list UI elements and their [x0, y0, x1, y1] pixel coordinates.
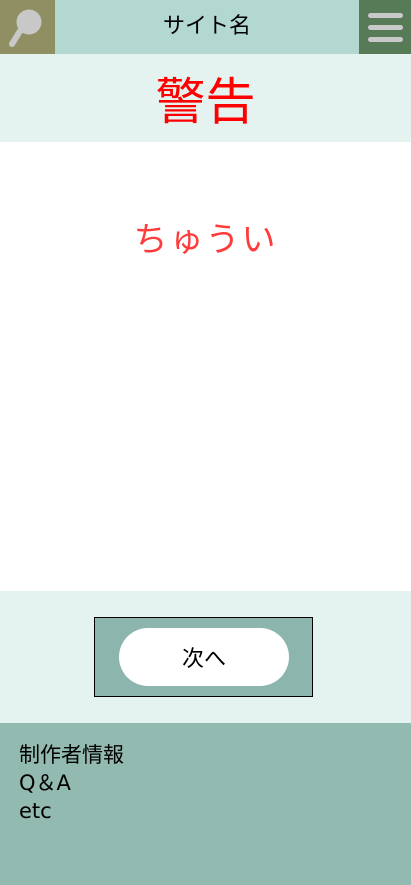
footer-link-qa[interactable]: Q＆A [19, 771, 71, 795]
footer-link-etc[interactable]: etc [19, 799, 52, 823]
footer: 制作者情報 Q＆A etc [0, 723, 411, 885]
action-box: 次へ [94, 617, 313, 697]
heading-band: 警告 [0, 54, 411, 142]
page-title: 警告 [155, 73, 256, 131]
search-icon [9, 9, 42, 47]
main-content: ちゅうい [0, 142, 411, 591]
menu-button[interactable] [359, 0, 411, 54]
footer-link-creator-info[interactable]: 制作者情報 [19, 743, 124, 767]
caution-message: ちゅうい [133, 220, 278, 260]
header: サイト名 [0, 0, 411, 54]
hamburger-menu-icon [368, 13, 403, 42]
search-button[interactable] [0, 0, 55, 54]
site-title: サイト名 [162, 14, 251, 39]
footer-item-etc: etc [19, 797, 124, 825]
footer-item-qa: Q＆A [19, 769, 124, 797]
action-band: 次へ [0, 591, 411, 723]
next-button[interactable]: 次へ [119, 628, 289, 686]
footer-links: 制作者情報 Q＆A etc [19, 741, 124, 825]
page: サイト名 警告 ちゅうい 次へ 制作者情報 Q＆A etc [0, 0, 411, 885]
footer-item-creator-info: 制作者情報 [19, 741, 124, 769]
